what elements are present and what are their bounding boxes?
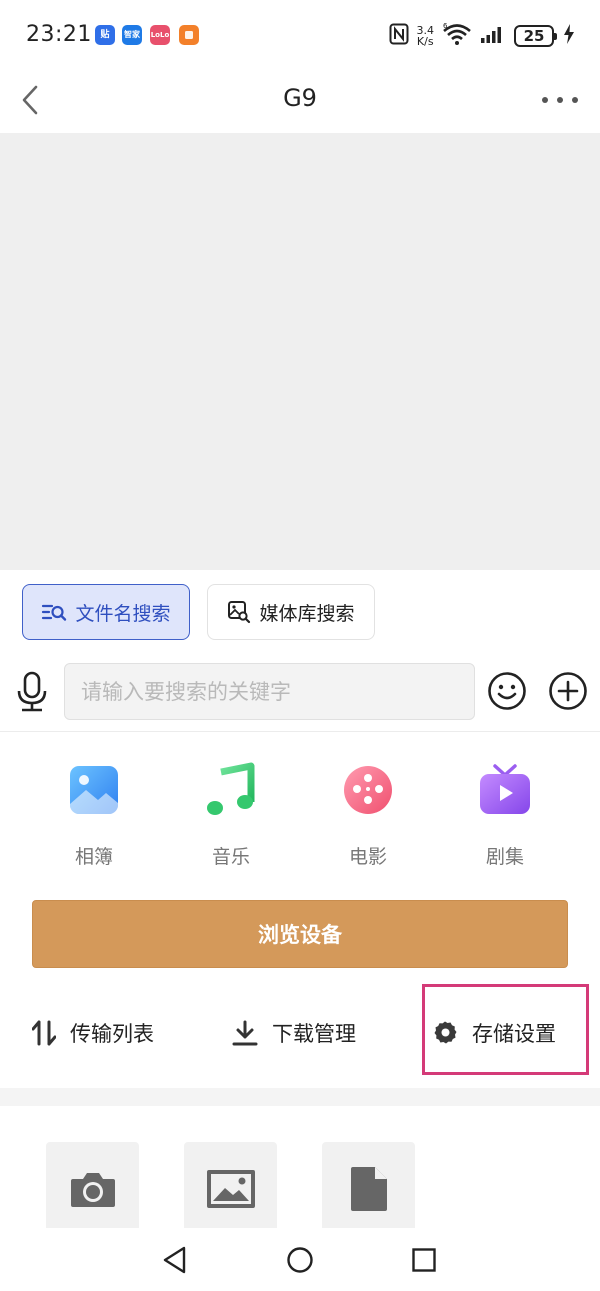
category-tv-series[interactable]: 剧集 <box>450 762 560 872</box>
smiley-icon <box>488 672 526 710</box>
tv-series-icon <box>480 764 530 814</box>
nfc-icon <box>389 23 409 49</box>
voice-input-button[interactable] <box>14 670 50 714</box>
download-manager-button[interactable]: 下载管理 <box>232 1010 356 1056</box>
microphone-icon <box>17 671 47 712</box>
category-album-label: 相簿 <box>74 846 113 868</box>
triangle-back-icon <box>163 1246 186 1274</box>
category-music[interactable]: 音乐 <box>176 762 286 872</box>
network-speed: 3.4 K/s <box>416 24 435 48</box>
status-time: 23:21 <box>26 22 92 47</box>
svg-text:6: 6 <box>443 22 448 30</box>
category-music-label: 音乐 <box>211 846 250 868</box>
signal-icon <box>480 24 506 48</box>
more-dot <box>557 97 563 103</box>
transfer-list-button[interactable]: 传输列表 <box>32 1010 154 1056</box>
image-icon <box>206 1169 255 1208</box>
notification-badge-zhijia: 智家 <box>122 25 142 45</box>
movie-icon <box>344 766 392 814</box>
title-bar: G9 <box>0 70 600 132</box>
notification-badge-orange-app <box>179 25 199 45</box>
wifi-icon: 6 <box>442 22 472 50</box>
notification-badge-tie: 贴 <box>95 25 115 45</box>
content-area <box>0 133 600 570</box>
nav-home-button[interactable] <box>284 1244 316 1276</box>
tab-media-library-search-label: 媒体库搜索 <box>259 602 355 625</box>
camera-tile[interactable] <box>46 1142 139 1235</box>
battery-indicator: 25 <box>514 25 557 47</box>
music-icon <box>207 762 255 815</box>
document-icon <box>350 1166 387 1211</box>
tab-filename-search[interactable]: 文件名搜索 <box>22 584 190 640</box>
document-tile[interactable] <box>322 1142 415 1235</box>
search-input[interactable] <box>64 663 475 720</box>
tab-filename-search-label: 文件名搜索 <box>75 602 171 625</box>
system-navigation-bar <box>0 1228 600 1291</box>
status-indicators: 3.4 K/s 6 25 <box>389 22 574 50</box>
image-search-icon <box>228 601 251 624</box>
back-button[interactable] <box>14 82 50 118</box>
section-divider <box>0 1088 600 1106</box>
chevron-left-icon <box>22 85 38 115</box>
plus-circle-icon <box>549 672 587 710</box>
status-bar: 23:21 贴 智家 LoLo 3.4 K/s 6 25 <box>0 0 600 70</box>
notification-badge-lolo: LoLo <box>150 25 170 45</box>
more-dot <box>572 97 578 103</box>
category-movie[interactable]: 电影 <box>313 762 423 872</box>
file-search-icon <box>42 604 67 621</box>
more-options-button[interactable] <box>542 86 578 114</box>
download-manager-label: 下载管理 <box>272 1022 356 1046</box>
more-dot <box>542 97 548 103</box>
charging-icon <box>564 24 574 48</box>
highlight-frame <box>422 984 589 1075</box>
page-title: G9 <box>283 84 317 112</box>
transfer-list-label: 传输列表 <box>70 1022 154 1046</box>
category-tv-series-label: 剧集 <box>485 846 524 868</box>
album-icon <box>70 766 118 814</box>
nav-recents-button[interactable] <box>408 1244 440 1276</box>
camera-icon <box>70 1172 115 1207</box>
emoji-button[interactable] <box>487 671 527 711</box>
tab-media-library-search[interactable]: 媒体库搜索 <box>207 584 375 640</box>
transfer-icon <box>32 1020 56 1046</box>
divider <box>0 731 600 732</box>
square-recents-icon <box>412 1248 436 1272</box>
category-album[interactable]: 相簿 <box>39 762 149 872</box>
nav-back-button[interactable] <box>159 1244 191 1276</box>
browse-device-button[interactable]: 浏览设备 <box>32 900 568 968</box>
add-button[interactable] <box>548 671 588 711</box>
image-tile[interactable] <box>184 1142 277 1235</box>
download-icon <box>232 1020 258 1046</box>
category-movie-label: 电影 <box>348 846 387 868</box>
circle-home-icon <box>287 1247 313 1273</box>
